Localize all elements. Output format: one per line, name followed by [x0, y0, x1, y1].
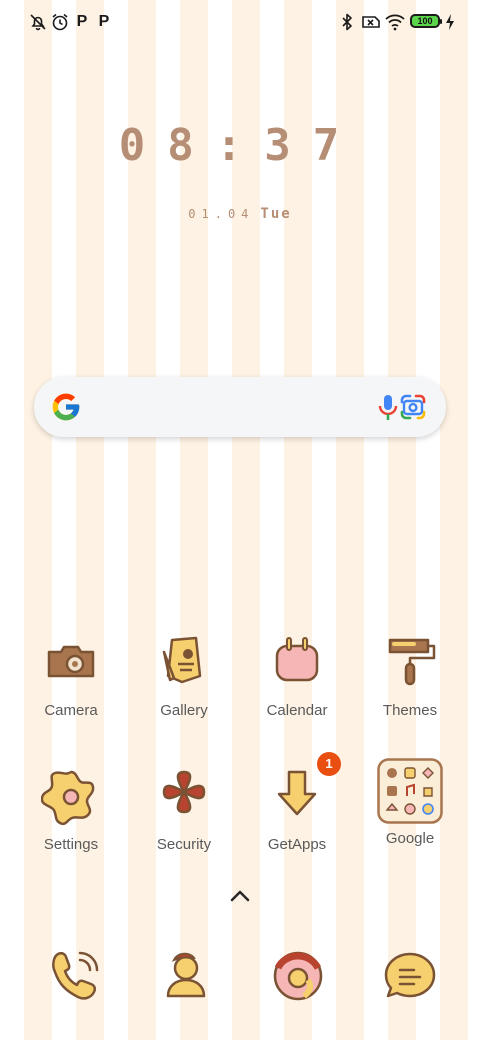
camera-icon [41, 632, 101, 692]
messages-icon[interactable] [380, 946, 440, 1006]
battery-icon: 100 [410, 14, 442, 28]
no-sim-icon [362, 16, 380, 28]
notification-badge: 1 [317, 752, 341, 776]
browser-icon[interactable] [268, 946, 328, 1006]
p-app-icon: P [98, 13, 110, 30]
app-gallery[interactable]: Gallery [129, 632, 239, 719]
weekday-text: Tue [260, 206, 292, 222]
settings-icon [40, 766, 101, 826]
app-label: Settings [43, 836, 99, 853]
themes-icon [380, 632, 440, 692]
app-camera[interactable]: Camera [16, 632, 126, 719]
app-label: Camera [44, 702, 98, 719]
clock-time[interactable]: 08:37 [0, 120, 480, 171]
phone-icon[interactable] [44, 946, 104, 1006]
app-label: GetApps [267, 836, 327, 853]
google-search-bar[interactable] [34, 377, 446, 437]
google-folder-icon [377, 758, 443, 824]
contacts-icon[interactable] [156, 946, 216, 1006]
app-label: Security [156, 836, 212, 853]
app-drawer-chevron-up-icon[interactable] [228, 886, 252, 906]
alarm-icon [52, 13, 68, 31]
app-security[interactable]: Security [129, 766, 239, 853]
app-calendar[interactable]: Calendar [242, 632, 352, 719]
folder-google[interactable]: Google [355, 758, 465, 847]
app-label: Calendar [266, 702, 328, 719]
battery-level: 100 [417, 16, 433, 26]
p-app-icon: P [76, 13, 88, 30]
getapps-icon: 1 [267, 752, 341, 826]
clock-date[interactable]: 01.04 Tue [0, 206, 480, 222]
notifications-off-icon [30, 14, 46, 31]
security-icon [154, 766, 214, 826]
status-bar: P P 100 [0, 0, 480, 44]
app-settings[interactable]: Settings [16, 766, 126, 853]
app-label: Google [385, 830, 435, 847]
charging-icon [446, 14, 454, 30]
google-icon [52, 393, 80, 421]
calendar-icon [267, 632, 327, 692]
date-text: 01.04 [188, 207, 255, 221]
bluetooth-icon [342, 13, 352, 31]
google-lens-icon[interactable] [398, 392, 428, 422]
wifi-icon [385, 14, 405, 31]
app-getapps[interactable]: 1 GetApps [242, 752, 352, 853]
gallery-icon [154, 632, 214, 692]
app-themes[interactable]: Themes [355, 632, 465, 719]
app-label: Gallery [160, 702, 208, 719]
app-label: Themes [382, 702, 438, 719]
